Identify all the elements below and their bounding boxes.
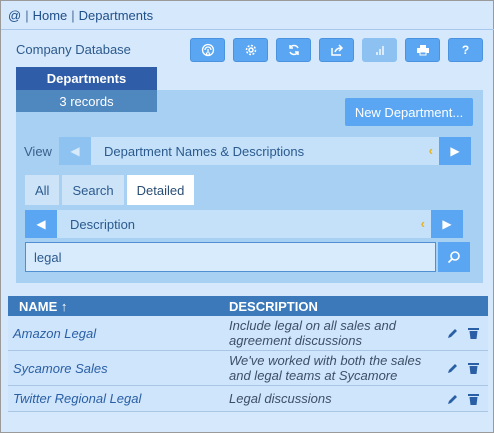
column-header-description[interactable]: DESCRIPTION [224,299,318,314]
chevron-left-icon: ‹ [420,216,425,231]
pencil-icon [448,394,457,404]
chevron-left-icon: ◀ [70,144,80,158]
view-label: View [24,144,52,159]
view-select[interactable]: Department Names & Descriptions ‹ [91,137,439,165]
table-row[interactable]: Amazon Legal Include legal on all sales … [8,316,488,351]
delete-button[interactable] [468,327,479,339]
row-description: Legal discussions [229,391,332,406]
company-label: Company Database [16,42,131,57]
tab-departments[interactable]: Departments [16,67,157,90]
tab-all[interactable]: All [25,175,60,205]
row-actions [447,327,479,339]
trash-icon [468,328,479,339]
print-button[interactable] [405,38,440,62]
view-prev-button[interactable]: ◀ [59,137,91,165]
table-row[interactable]: Sycamore Sales We've worked with both th… [8,351,488,386]
fingerprint-icon [201,43,214,57]
chevron-left-icon: ‹ [428,143,433,158]
settings-button[interactable] [233,38,268,62]
row-name[interactable]: Twitter Regional Legal [8,391,229,406]
printer-icon [416,45,429,56]
chart-button[interactable] [362,38,397,62]
field-select-value: Description [70,216,136,232]
record-count: 3 records [16,90,157,112]
chevron-left-icon: ◀ [36,217,46,231]
search-icon [447,251,460,264]
table-row[interactable]: Twitter Regional Legal Legal discussions [8,386,488,412]
app-window: @ | Home | Departments Company Database [0,0,494,433]
chevron-right-icon: ▶ [450,144,460,158]
row-name[interactable]: Sycamore Sales [8,361,229,376]
search-input[interactable] [25,242,436,272]
bar-chart-icon [375,46,384,55]
breadcrumb: @ | Home | Departments [8,7,153,23]
field-prev-button[interactable]: ◀ [25,210,57,238]
tab-search[interactable]: Search [62,175,124,205]
new-department-button[interactable]: New Department... [345,98,473,126]
chevron-right-icon: ▶ [442,217,452,231]
row-name[interactable]: Amazon Legal [8,326,229,341]
refresh-icon [288,44,299,56]
delete-button[interactable] [468,393,479,405]
share-button[interactable] [319,38,354,62]
row-actions [447,362,479,374]
field-select[interactable]: Description ‹ [57,210,431,238]
table-header: NAME ↑ DESCRIPTION [8,296,488,316]
trash-icon [468,393,479,405]
search-button[interactable] [438,242,470,272]
breadcrumb-home[interactable]: Home [33,8,68,23]
pencil-icon [448,329,457,338]
help-icon: ? [461,43,470,57]
field-next-button[interactable]: ▶ [431,210,463,238]
trash-icon [468,363,479,374]
at-icon[interactable]: @ [8,8,21,23]
delete-button[interactable] [468,362,479,374]
breadcrumb-separator: | [71,7,75,23]
breadcrumb-current: Departments [78,7,154,23]
edit-button[interactable] [447,362,459,374]
help-button[interactable]: ? [448,38,483,62]
row-actions [447,393,479,405]
edit-button[interactable] [447,393,459,405]
edit-button[interactable] [447,327,459,339]
column-header-name[interactable]: NAME ↑ [8,299,224,314]
view-select-value: Department Names & Descriptions [104,143,305,159]
view-next-button[interactable]: ▶ [439,137,471,165]
fingerprint-button[interactable] [190,38,225,62]
field-selector: ◀ Description ‹ ▶ [25,210,463,238]
view-mode-tabs: All Search Detailed [25,175,195,205]
breadcrumb-separator: | [25,7,29,23]
gear-icon [245,44,256,56]
toolbar: ? [190,38,483,62]
share-icon [330,44,343,56]
row-description: Include legal on all sales and agreement… [229,318,396,348]
tab-detailed[interactable]: Detailed [126,175,195,205]
results-table: NAME ↑ DESCRIPTION Amazon Legal Include … [8,296,488,412]
pencil-icon [448,364,457,373]
search-row [25,242,470,272]
view-selector: ◀ Department Names & Descriptions ‹ ▶ [59,137,471,165]
row-description: We've worked with both the sales and leg… [229,353,422,383]
divider [1,29,494,30]
refresh-button[interactable] [276,38,311,62]
